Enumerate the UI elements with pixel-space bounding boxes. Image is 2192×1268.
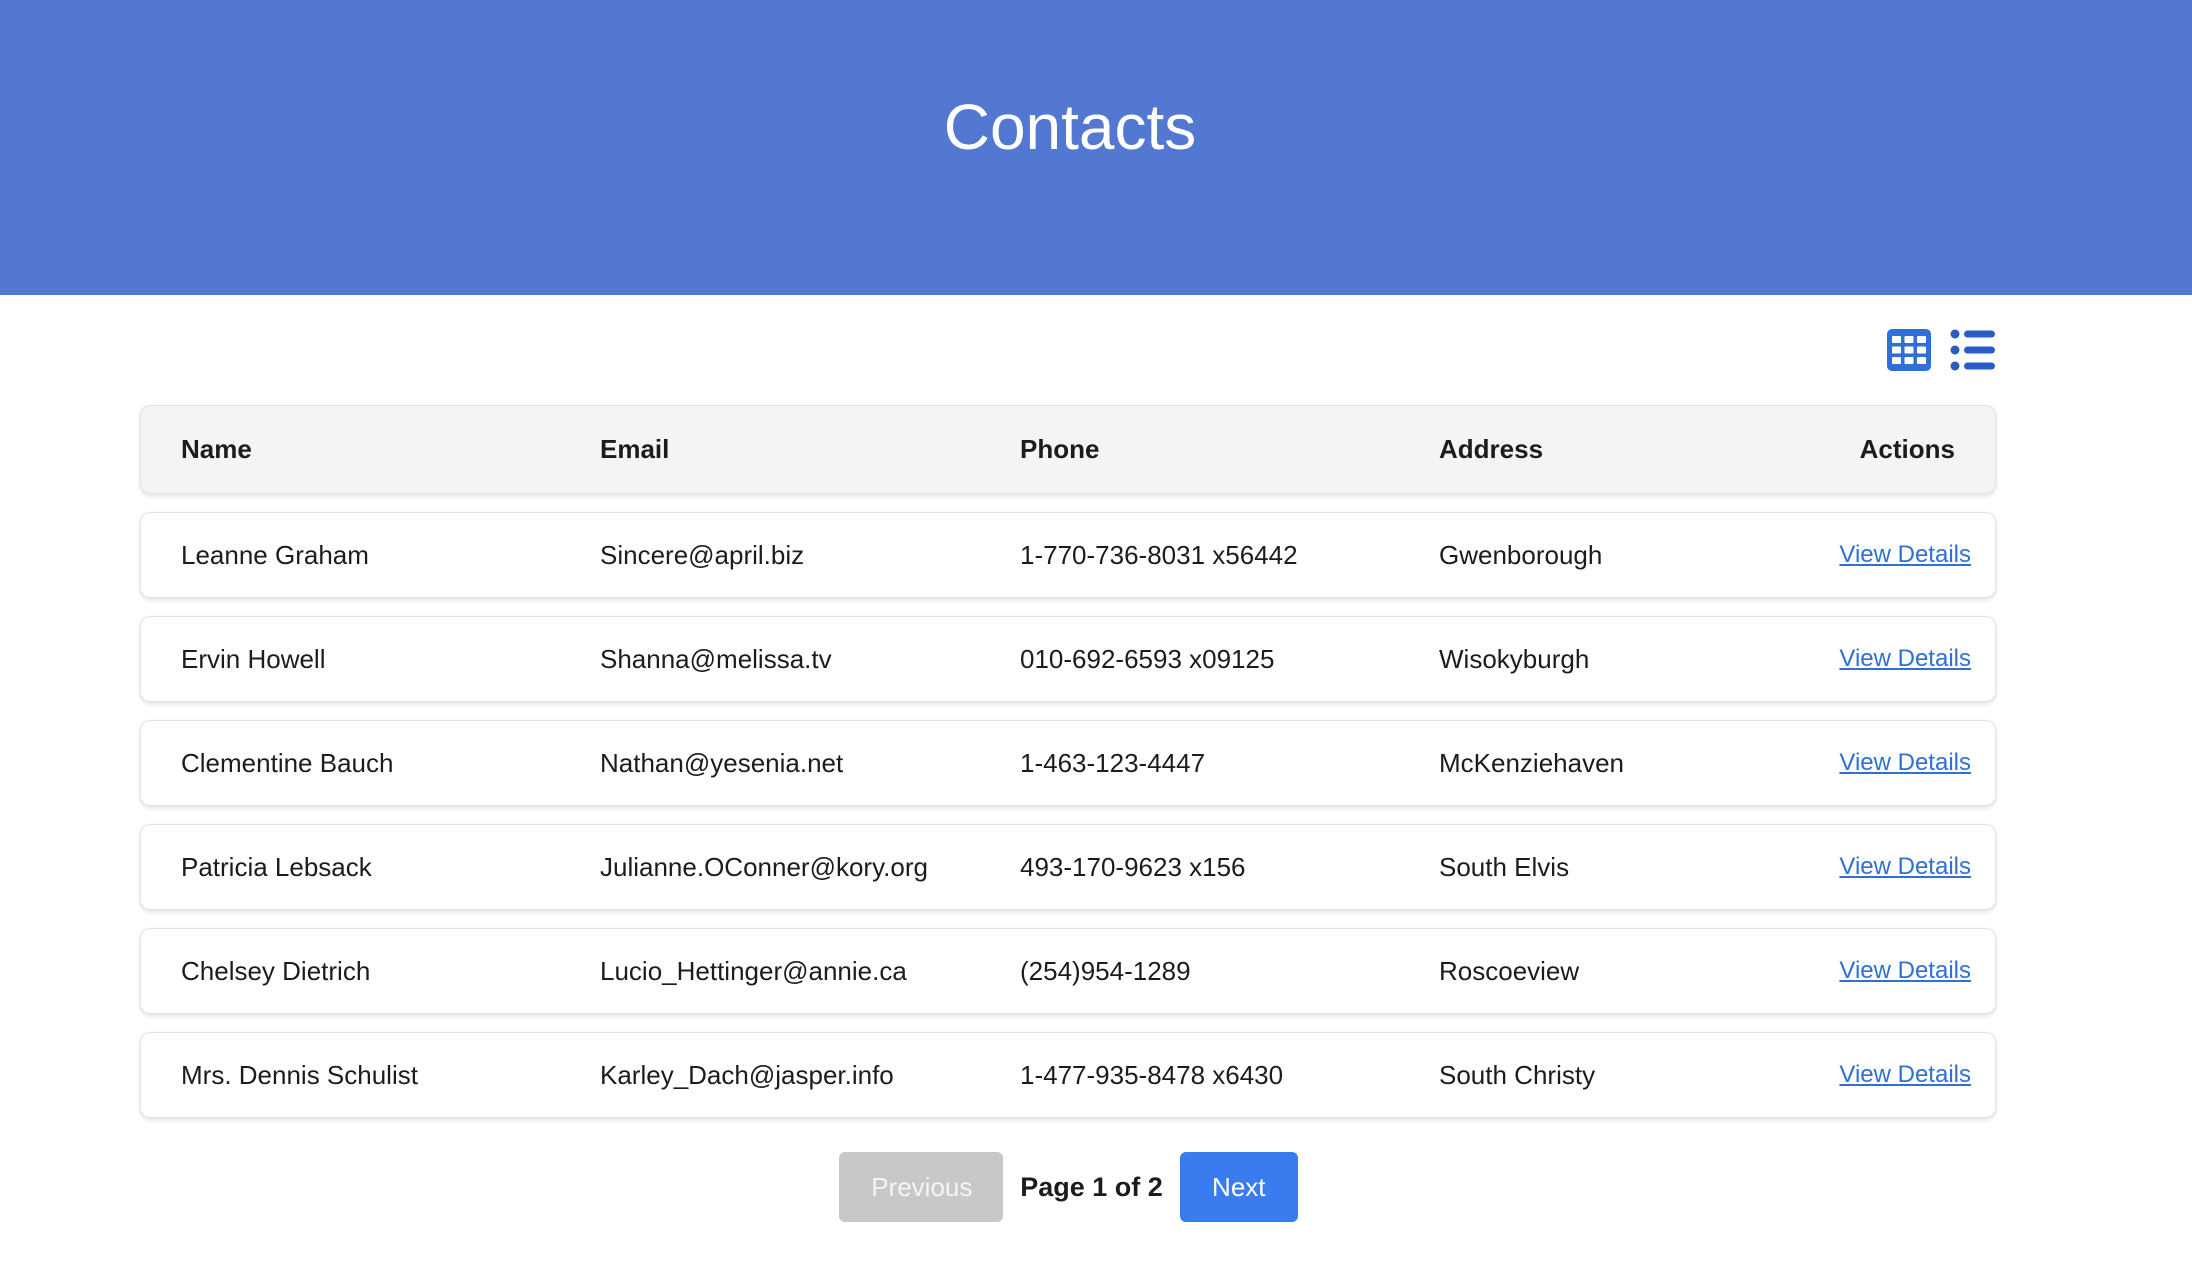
contact-address: Gwenborough <box>1439 539 1603 570</box>
table-header-row: Name Email Phone Address Actions <box>140 405 1996 494</box>
contact-phone: (254)954-1289 <box>1020 955 1191 986</box>
view-details-link[interactable]: View Details <box>1839 541 1971 569</box>
view-details-link[interactable]: View Details <box>1839 853 1971 881</box>
contact-address: Roscoeview <box>1439 955 1580 986</box>
contact-phone: 1-770-736-8031 x56442 <box>1020 539 1298 570</box>
column-header-actions: Actions <box>1859 434 1955 464</box>
contact-email: Shanna@melissa.tv <box>600 643 832 674</box>
contacts-table: Name Email Phone Address Actions Leanne … <box>140 405 1996 1136</box>
table-row: Leanne Graham Sincere@april.biz 1-770-73… <box>140 512 1996 598</box>
view-details-link[interactable]: View Details <box>1839 1061 1971 1089</box>
contact-name: Mrs. Dennis Schulist <box>181 1059 418 1090</box>
previous-button[interactable]: Previous <box>839 1152 1004 1222</box>
contact-name: Clementine Bauch <box>181 747 394 778</box>
column-header-name: Name <box>181 434 252 464</box>
table-row: Clementine Bauch Nathan@yesenia.net 1-46… <box>140 720 1996 806</box>
contact-address: Wisokyburgh <box>1439 643 1590 674</box>
view-toggle <box>1886 328 1996 372</box>
column-header-phone: Phone <box>1020 434 1100 464</box>
page-indicator: Page 1 of 2 <box>1020 1171 1163 1202</box>
table-row: Ervin Howell Shanna@melissa.tv 010-692-6… <box>140 616 1996 702</box>
contact-email: Karley_Dach@jasper.info <box>600 1059 894 1090</box>
contact-name: Chelsey Dietrich <box>181 955 371 986</box>
page-header: Contacts <box>0 0 2192 295</box>
contact-address: South Elvis <box>1439 851 1570 882</box>
table-row: Chelsey Dietrich Lucio_Hettinger@annie.c… <box>140 928 1996 1014</box>
list-view-icon[interactable] <box>1950 328 1996 372</box>
contact-phone: 493-170-9623 x156 <box>1020 851 1246 882</box>
table-row: Mrs. Dennis Schulist Karley_Dach@jasper.… <box>140 1032 1996 1118</box>
contact-phone: 1-463-123-4447 <box>1020 747 1206 778</box>
column-header-address: Address <box>1439 434 1544 464</box>
contact-phone: 1-477-935-8478 x6430 <box>1020 1059 1284 1090</box>
contact-address: South Christy <box>1439 1059 1596 1090</box>
next-button[interactable]: Next <box>1179 1152 1298 1222</box>
view-details-link[interactable]: View Details <box>1839 749 1971 777</box>
contact-email: Julianne.OConner@kory.org <box>600 851 928 882</box>
column-header-email: Email <box>600 434 670 464</box>
contact-name: Patricia Lebsack <box>181 851 372 882</box>
contact-name: Ervin Howell <box>181 643 326 674</box>
grid-view-icon[interactable] <box>1886 328 1932 372</box>
contact-phone: 010-692-6593 x09125 <box>1020 643 1275 674</box>
page-title: Contacts <box>943 91 1197 163</box>
table-row: Patricia Lebsack Julianne.OConner@kory.o… <box>140 824 1996 910</box>
contact-email: Lucio_Hettinger@annie.ca <box>600 955 907 986</box>
view-details-link[interactable]: View Details <box>1839 957 1971 985</box>
contact-address: McKenziehaven <box>1439 747 1624 778</box>
contact-name: Leanne Graham <box>181 539 369 570</box>
contact-email: Sincere@april.biz <box>600 539 805 570</box>
pagination: Previous Page 1 of 2 Next <box>0 1152 2137 1222</box>
contact-email: Nathan@yesenia.net <box>600 747 844 778</box>
view-details-link[interactable]: View Details <box>1839 645 1971 673</box>
